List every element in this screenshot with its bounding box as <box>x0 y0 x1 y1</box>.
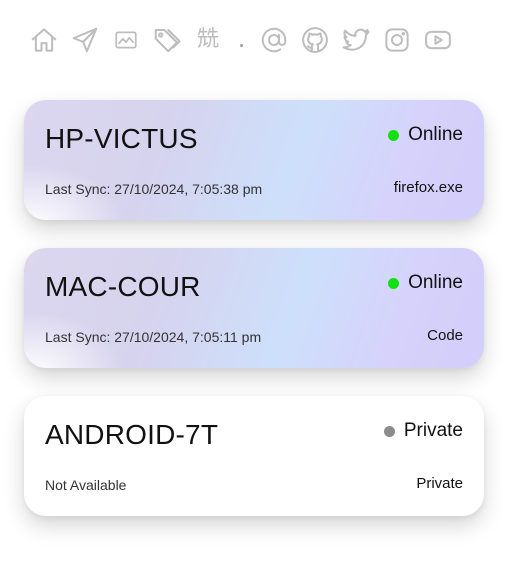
status-dot-icon <box>388 129 400 141</box>
device-name: ANDROID-7T <box>45 419 219 450</box>
device-name: MAC-COUR <box>45 271 201 302</box>
status-label: Online <box>408 124 463 145</box>
status-dot-icon <box>388 277 400 289</box>
social-nav-bar: 兟 <box>26 22 461 58</box>
current-app: Code <box>427 327 463 344</box>
status-indicator: Private <box>383 420 463 442</box>
status-indicator: Online <box>388 272 463 294</box>
status-label: Private <box>403 420 463 441</box>
device-card-android-7t[interactable]: ANDROID-7T Private Not Available Private <box>24 396 484 516</box>
separator-dot <box>231 22 251 58</box>
home-icon[interactable] <box>26 22 62 58</box>
send-icon[interactable] <box>67 22 103 58</box>
github-icon[interactable] <box>297 22 333 58</box>
device-card-mac-cour[interactable]: MAC-COUR Online Last Sync: 27/10/2024, 7… <box>24 248 484 368</box>
twitter-icon[interactable] <box>338 22 374 58</box>
page: 兟 HP-VICTUS Online Last Sync: 27/10/2024… <box>0 0 506 583</box>
logo-glyph: 兟 <box>196 27 219 52</box>
logo-glyph-icon[interactable]: 兟 <box>190 22 226 58</box>
last-sync-text: Not Available <box>45 477 127 493</box>
at-icon[interactable] <box>256 22 292 58</box>
status-indicator: Online <box>388 124 463 146</box>
tags-icon[interactable] <box>149 22 185 58</box>
status-dot-icon <box>383 425 395 437</box>
youtube-icon[interactable] <box>420 22 456 58</box>
status-label: Online <box>408 272 463 293</box>
last-sync-text: Last Sync: 27/10/2024, 7:05:11 pm <box>45 329 262 345</box>
current-app: Private <box>416 475 463 492</box>
current-app: firefox.exe <box>393 179 463 196</box>
instagram-icon[interactable] <box>379 22 415 58</box>
device-card-hp-victus[interactable]: HP-VICTUS Online Last Sync: 27/10/2024, … <box>24 100 484 220</box>
device-name: HP-VICTUS <box>45 123 198 154</box>
image-icon[interactable] <box>108 22 144 58</box>
last-sync-text: Last Sync: 27/10/2024, 7:05:38 pm <box>45 181 263 197</box>
